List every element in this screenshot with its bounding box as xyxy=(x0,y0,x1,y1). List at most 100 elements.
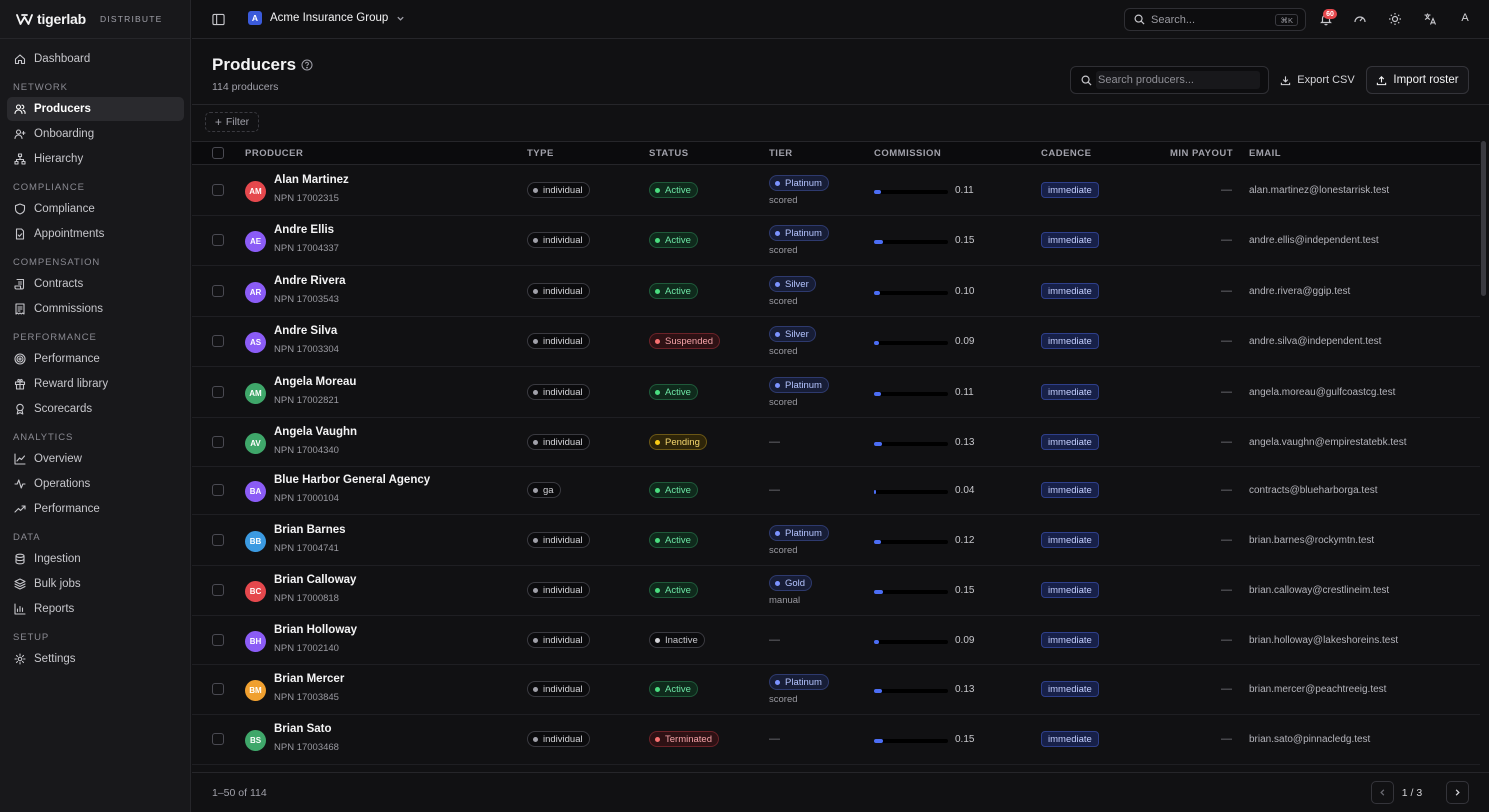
producer-search-input[interactable] xyxy=(1096,71,1260,89)
table-row[interactable]: AM Angela Moreau NPN 17002821 individual Act… xyxy=(192,367,1480,418)
column-header-tier[interactable]: TIER xyxy=(769,148,793,159)
row-checkbox[interactable] xyxy=(212,534,224,546)
producer-name[interactable]: Angela Vaughn xyxy=(274,426,357,438)
sidebar-toggle-icon[interactable] xyxy=(212,13,225,26)
row-checkbox[interactable] xyxy=(212,386,224,398)
next-page-button[interactable] xyxy=(1446,781,1469,804)
commission-bar xyxy=(874,640,948,644)
status-badge: Suspended xyxy=(649,333,721,349)
sidebar-item-bulk-jobs[interactable]: Bulk jobs xyxy=(7,572,184,596)
column-header-cadence[interactable]: CADENCE xyxy=(1041,148,1091,159)
commission-bar-fill xyxy=(874,590,883,594)
tier-source: scored xyxy=(769,545,798,556)
row-checkbox[interactable] xyxy=(212,285,224,297)
table-row[interactable]: AV Angela Vaughn NPN 17004340 individual Pen… xyxy=(192,418,1480,467)
sidebar-item-operations[interactable]: Operations xyxy=(7,472,184,496)
tier-empty: — xyxy=(769,484,780,496)
translate-icon[interactable] xyxy=(1423,12,1437,26)
table-row[interactable]: AM Alan Martinez NPN 17002315 individual Act… xyxy=(192,165,1480,216)
filter-button[interactable]: + Filter xyxy=(205,112,259,132)
sidebar-item-reports[interactable]: Reports xyxy=(7,597,184,621)
table-row[interactable]: BA Blue Harbor General Agency NPN 17000104… xyxy=(192,467,1480,515)
sidebar-item-scorecards[interactable]: Scorecards xyxy=(7,397,184,421)
filter-label: Filter xyxy=(225,116,250,128)
sun-icon[interactable] xyxy=(1388,12,1402,26)
producer-email: brian.mercer@peachtreeig.test xyxy=(1249,684,1387,695)
column-header-commission[interactable]: COMMISSION xyxy=(874,148,941,159)
producer-name[interactable]: Alan Martinez xyxy=(274,174,349,186)
sidebar-item-performance[interactable]: Performance xyxy=(7,497,184,521)
sidebar-item-settings[interactable]: Settings xyxy=(7,647,184,671)
previous-page-button[interactable] xyxy=(1371,781,1394,804)
sidebar-item-onboarding[interactable]: Onboarding xyxy=(7,122,184,146)
row-checkbox[interactable] xyxy=(212,184,224,196)
producer-name[interactable]: Andre Ellis xyxy=(274,224,334,236)
user-avatar[interactable]: A xyxy=(1458,12,1472,24)
column-header-type[interactable]: TYPE xyxy=(527,148,554,159)
table-row[interactable]: AR Andre Rivera NPN 17003543 individual Acti… xyxy=(192,266,1480,317)
sidebar-item-producers[interactable]: Producers xyxy=(7,97,184,121)
table-row[interactable]: BM Brian Mercer NPN 17003845 individual Acti… xyxy=(192,665,1480,715)
status-dot-icon xyxy=(655,686,660,692)
producer-name[interactable]: Brian Barnes xyxy=(274,524,346,536)
min-payout: — xyxy=(1221,634,1232,646)
org-switcher[interactable]: A Acme Insurance Group xyxy=(248,11,405,25)
column-header-email[interactable]: EMAIL xyxy=(1249,148,1281,159)
sidebar-item-hierarchy[interactable]: Hierarchy xyxy=(7,147,184,171)
row-checkbox[interactable] xyxy=(212,683,224,695)
row-checkbox[interactable] xyxy=(212,584,224,596)
producer-name[interactable]: Brian Sato xyxy=(274,723,332,735)
column-header-producer[interactable]: PRODUCER xyxy=(245,148,303,159)
sidebar-item-performance[interactable]: Performance xyxy=(7,347,184,371)
column-header-min-payout[interactable]: MIN PAYOUT xyxy=(1170,148,1233,159)
column-header-status[interactable]: STATUS xyxy=(649,148,689,159)
table-row[interactable]: BB Brian Barnes NPN 17004741 individual Acti… xyxy=(192,515,1480,566)
status-dot-icon xyxy=(655,637,660,643)
gauge-icon[interactable] xyxy=(1353,12,1367,26)
status-label: Active xyxy=(665,584,691,596)
help-circle-icon[interactable] xyxy=(301,59,313,71)
sidebar-item-compliance[interactable]: Compliance xyxy=(7,197,184,221)
global-search[interactable]: Search... ⌘K xyxy=(1124,8,1306,31)
producer-name[interactable]: Andre Rivera xyxy=(274,275,346,287)
producer-name[interactable]: Angela Moreau xyxy=(274,376,356,388)
row-checkbox[interactable] xyxy=(212,484,224,496)
type-dot-icon xyxy=(533,237,538,243)
producer-name[interactable]: Brian Holloway xyxy=(274,624,357,636)
sidebar-item-ingestion[interactable]: Ingestion xyxy=(7,547,184,571)
row-checkbox[interactable] xyxy=(212,733,224,745)
producer-name[interactable]: Andre Silva xyxy=(274,325,337,337)
cadence-badge: immediate xyxy=(1041,333,1099,349)
sidebar-item-appointments[interactable]: Appointments xyxy=(7,222,184,246)
row-checkbox[interactable] xyxy=(212,335,224,347)
sidebar-item-label: Compliance xyxy=(34,203,95,215)
sidebar-item-reward-library[interactable]: Reward library xyxy=(7,372,184,396)
sidebar-section-title: SETUP xyxy=(13,632,50,643)
table-row[interactable]: AE Andre Ellis NPN 17004337 individual Activ… xyxy=(192,216,1480,266)
row-checkbox[interactable] xyxy=(212,634,224,646)
select-all-checkbox[interactable] xyxy=(212,147,224,159)
producer-name[interactable]: Brian Mercer xyxy=(274,673,344,685)
table-row[interactable]: AS Andre Silva NPN 17003304 individual Suspe… xyxy=(192,317,1480,367)
producer-name[interactable]: Blue Harbor General Agency xyxy=(274,474,430,486)
row-checkbox[interactable] xyxy=(212,436,224,448)
table-row[interactable]: BH Brian Holloway NPN 17002140 individual In… xyxy=(192,616,1480,665)
table-row[interactable]: BC Brian Calloway NPN 17000818 individual Ac… xyxy=(192,566,1480,616)
sidebar-item-contracts[interactable]: Contracts xyxy=(7,272,184,296)
import-roster-button[interactable]: Import roster xyxy=(1366,66,1469,94)
sidebar-item-label: Appointments xyxy=(34,228,105,240)
sidebar-item-dashboard[interactable]: Dashboard xyxy=(7,47,184,71)
producer-search[interactable] xyxy=(1070,66,1269,94)
sidebar-item-commissions[interactable]: Commissions xyxy=(7,297,184,321)
export-csv-button[interactable]: Export CSV xyxy=(1275,66,1360,94)
producer-email: angela.vaughn@empirestatebk.test xyxy=(1249,437,1407,448)
sidebar-item-overview[interactable]: Overview xyxy=(7,447,184,471)
table-scrollbar[interactable] xyxy=(1481,141,1486,296)
min-payout: — xyxy=(1221,484,1232,496)
pagination-page: 1 / 3 xyxy=(1401,787,1423,799)
brand-name: tigerlab xyxy=(37,11,86,27)
table-row[interactable]: BS Brian Sato NPN 17003468 individual Termin… xyxy=(192,715,1480,765)
row-checkbox[interactable] xyxy=(212,234,224,246)
brand[interactable]: tigerlab DISTRIBUTE xyxy=(16,11,163,27)
producer-name[interactable]: Brian Calloway xyxy=(274,574,356,586)
